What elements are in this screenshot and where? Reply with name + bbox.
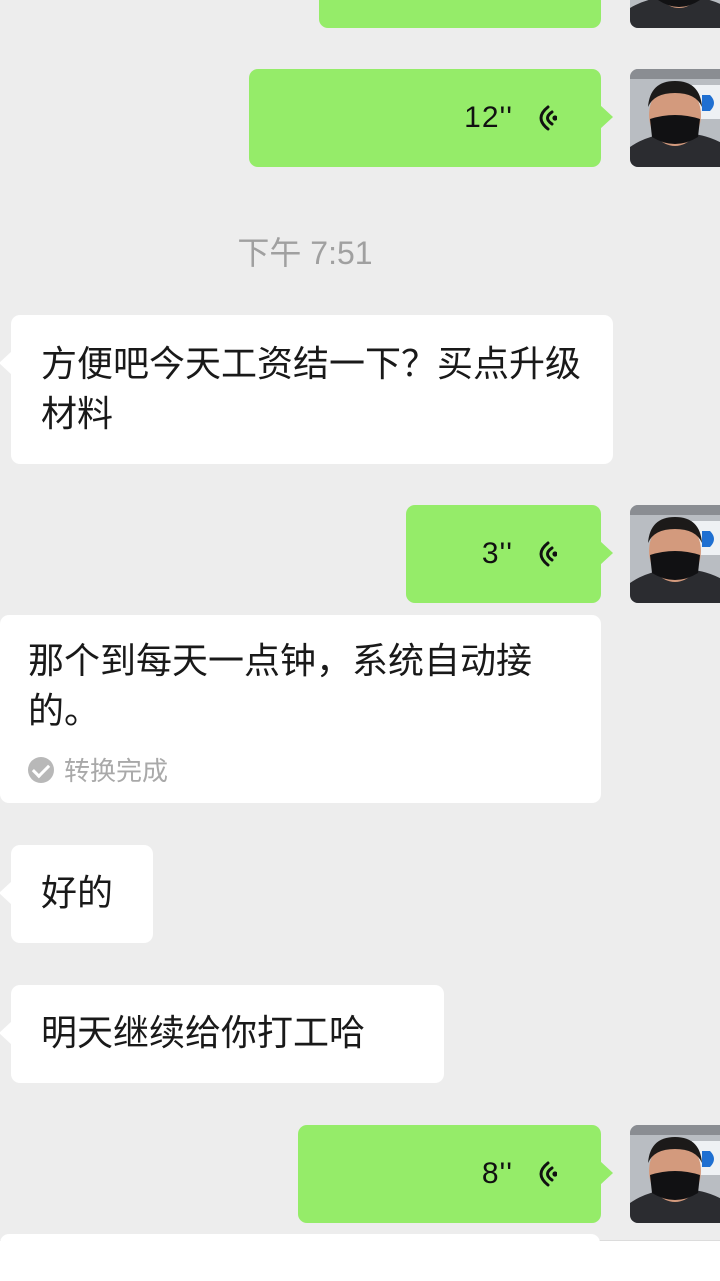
voice-duration: 8'': [481, 1157, 513, 1190]
avatar[interactable]: [630, 69, 720, 167]
voice-message-bubble[interactable]: 3'': [406, 505, 613, 603]
chat-window: 12'' 下午 7:51 方便吧今天工资结一下？买点升级材料 3'' 那个到每天…: [0, 0, 720, 1281]
avatar[interactable]: [630, 505, 720, 603]
text-message-bubble[interactable]: 方便吧今天工资结一下？买点升级材料: [0, 315, 613, 464]
transcription-bubble[interactable]: 那个到每天一点钟，系统自动接的。 转换完成: [0, 615, 601, 803]
avatar-photo: [630, 1125, 720, 1223]
message-text: 明天继续给你打工哈: [41, 1013, 366, 1054]
conversion-status: 转换完成: [28, 751, 579, 788]
voice-duration: 12'': [464, 101, 513, 134]
avatar[interactable]: [630, 1125, 720, 1223]
voice-row: 3'': [482, 505, 557, 603]
conversion-status-label: 转换完成: [64, 757, 169, 787]
avatar-photo: [630, 505, 720, 603]
text-message-bubble[interactable]: 好的: [0, 845, 153, 943]
check-circle-icon: [28, 756, 54, 783]
avatar-photo: [630, 0, 720, 28]
avatar-photo: [630, 69, 720, 167]
voice-message-bubble[interactable]: 12'': [249, 69, 613, 167]
voice-duration: 3'': [481, 537, 513, 570]
transcribed-text: 那个到每天一点钟，系统自动接的。: [28, 641, 533, 732]
text-message-bubble[interactable]: 明天继续给你打工哈: [0, 985, 444, 1083]
voice-wave-icon: [539, 1161, 557, 1187]
message-text: 方便吧今天工资结一下？买点升级材料: [41, 344, 582, 435]
message-text: 好的: [41, 873, 114, 914]
voice-wave-icon: [539, 541, 557, 567]
voice-row: 8'': [482, 1125, 557, 1223]
voice-wave-icon: [539, 105, 557, 131]
voice-row: 12'': [464, 69, 557, 167]
message-timestamp: 下午 7:51: [237, 235, 373, 271]
voice-message-bubble[interactable]: [319, 0, 601, 28]
voice-message-bubble[interactable]: 8'': [298, 1125, 613, 1223]
avatar[interactable]: [630, 0, 720, 28]
text-message-bubble[interactable]: [0, 1234, 600, 1274]
